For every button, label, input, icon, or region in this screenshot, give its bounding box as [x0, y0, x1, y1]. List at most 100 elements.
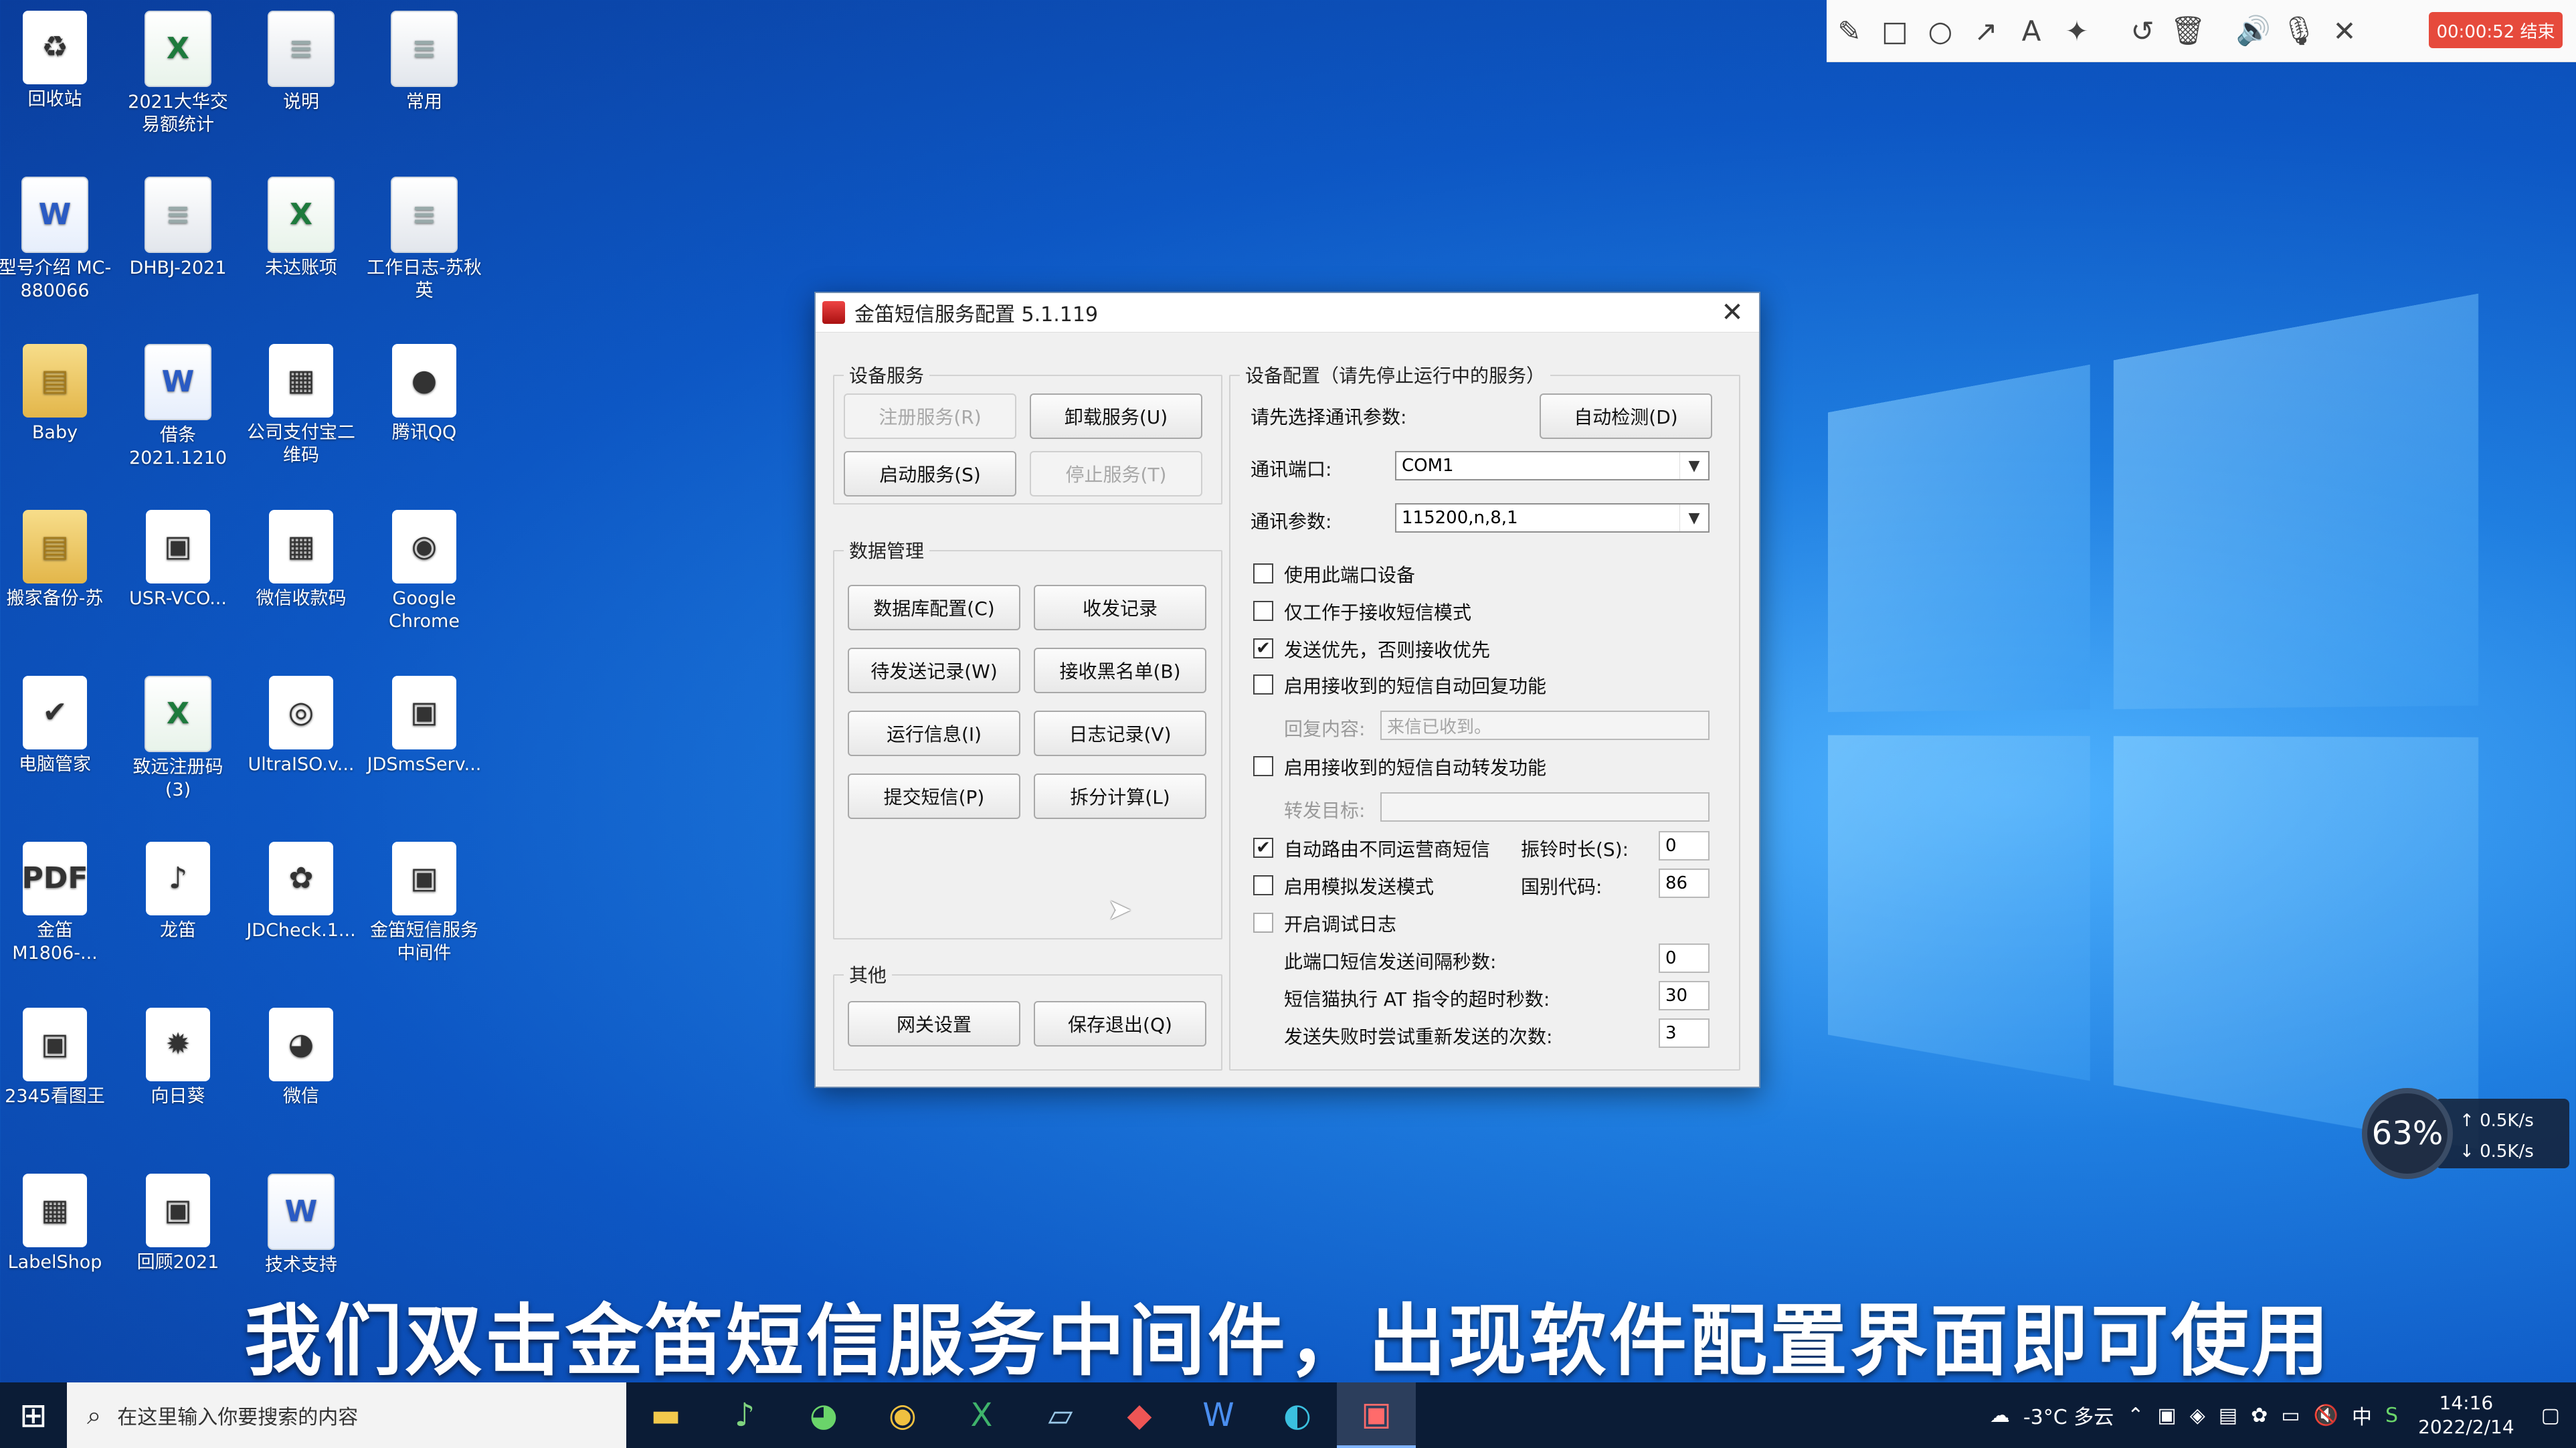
- desktop-icon[interactable]: ◉ Google Chrome: [365, 510, 483, 633]
- chevron-up-icon[interactable]: ⌃: [2127, 1404, 2144, 1427]
- db-config-button[interactable]: 数据库配置(C): [848, 585, 1020, 630]
- edge-icon[interactable]: ◐: [1258, 1382, 1337, 1448]
- desktop-icon[interactable]: W 借条 2021.1210: [119, 344, 237, 470]
- gateway-settings-button[interactable]: 网关设置: [848, 1001, 1020, 1047]
- log-records-button[interactable]: 日志记录(V): [1034, 711, 1206, 756]
- send-priority-checkbox[interactable]: ✔: [1253, 638, 1273, 658]
- desktop-icon[interactable]: ◕ 微信: [242, 1008, 360, 1108]
- desktop-icon[interactable]: ▣ 2345看图王: [0, 1008, 114, 1108]
- weather-text[interactable]: -3°C 多云: [2023, 1400, 2114, 1430]
- excel-icon[interactable]: X: [942, 1382, 1021, 1448]
- desktop-icon[interactable]: ≡ 常用: [365, 11, 483, 114]
- desktop-icon[interactable]: ▤ 搬家备份-苏: [0, 510, 114, 610]
- desktop-icon[interactable]: ▦ 微信收款码: [242, 510, 360, 610]
- blacklist-button[interactable]: 接收黑名单(B): [1034, 648, 1206, 693]
- notification-icon[interactable]: ▢: [2541, 1404, 2560, 1427]
- wechat-icon[interactable]: ◕: [784, 1382, 863, 1448]
- sms-service-taskbar-icon[interactable]: ▣: [1337, 1382, 1416, 1448]
- undo-icon[interactable]: ↺: [2120, 8, 2165, 54]
- desktop-icon[interactable]: ▦ 公司支付宝二维码: [242, 344, 360, 467]
- retry-field[interactable]: 3: [1659, 1018, 1710, 1048]
- weather-icon[interactable]: ☁: [1990, 1404, 2010, 1427]
- chevron-down-icon[interactable]: ▼: [1679, 505, 1708, 531]
- notepad-icon[interactable]: ▱: [1021, 1382, 1100, 1448]
- stop-service-button[interactable]: 停止服务(T): [1030, 451, 1202, 496]
- arrow-icon[interactable]: ↗: [1963, 8, 2009, 54]
- use-port-checkbox[interactable]: [1253, 563, 1273, 583]
- network-icon[interactable]: ▭: [2281, 1404, 2300, 1427]
- port-select[interactable]: COM1 ▼: [1395, 451, 1710, 480]
- desktop-icon[interactable]: ▣ 回顾2021: [119, 1174, 237, 1274]
- run-info-button[interactable]: 运行信息(I): [848, 711, 1020, 756]
- circle-icon[interactable]: ○: [1918, 8, 1963, 54]
- desktop-icon[interactable]: W 技术支持: [242, 1174, 360, 1277]
- tray-app-icon[interactable]: ▣: [2157, 1404, 2176, 1427]
- desktop-icon[interactable]: ▣ 金笛短信服务中间件: [365, 842, 483, 965]
- desktop-icon[interactable]: ▦ LabelShop: [0, 1174, 114, 1274]
- word-icon[interactable]: W: [1179, 1382, 1258, 1448]
- media-app-icon[interactable]: ◆: [1100, 1382, 1179, 1448]
- start-service-button[interactable]: 启动服务(S): [844, 451, 1016, 496]
- desktop-icon[interactable]: ✹ 向日葵: [119, 1008, 237, 1108]
- param-select[interactable]: 115200,n,8,1 ▼: [1395, 503, 1710, 533]
- record-stop-button[interactable]: 00:00:52 结束: [2429, 12, 2563, 48]
- text-icon[interactable]: A: [2009, 8, 2054, 54]
- auto-route-checkbox[interactable]: ✔: [1253, 838, 1273, 858]
- desktop-icon[interactable]: W 型号介绍 MC-880066: [0, 177, 114, 302]
- desktop-icon[interactable]: ≡ DHBJ-2021: [119, 177, 237, 280]
- chevron-down-icon[interactable]: ▼: [1679, 452, 1708, 479]
- ime-indicator[interactable]: 中: [2352, 1400, 2372, 1430]
- debug-log-checkbox[interactable]: [1253, 913, 1273, 933]
- network-monitor-widget[interactable]: ↑ 0.5K/s ↓ 0.5K/s 63%: [2362, 1088, 2576, 1179]
- pending-records-button[interactable]: 待发送记录(W): [848, 648, 1020, 693]
- register-service-button[interactable]: 注册服务(R): [844, 393, 1016, 439]
- uninstall-service-button[interactable]: 卸载服务(U): [1030, 393, 1202, 439]
- country-code-field[interactable]: 86: [1659, 869, 1710, 898]
- close-icon[interactable]: ✕: [2322, 8, 2367, 54]
- tray-app-icon[interactable]: ✿: [2251, 1404, 2268, 1427]
- desktop-icon[interactable]: X 致远注册码 (3): [119, 676, 237, 802]
- pencil-icon[interactable]: ✎: [1827, 8, 1872, 54]
- submit-sms-button[interactable]: 提交短信(P): [848, 774, 1020, 819]
- desktop-icon[interactable]: ▣ JDSmsServ...: [365, 676, 483, 776]
- reply-content-field[interactable]: 来信已收到。: [1380, 711, 1710, 740]
- search-box[interactable]: ⌕ 在这里输入你要搜索的内容: [67, 1382, 626, 1448]
- rect-icon[interactable]: □: [1872, 8, 1918, 54]
- clock[interactable]: 14:16 2022/2/14: [2418, 1391, 2514, 1439]
- sim-mode-checkbox[interactable]: [1253, 875, 1273, 895]
- chrome-icon[interactable]: ◉: [863, 1382, 942, 1448]
- desktop-icon[interactable]: ▣ USR-VCO...: [119, 510, 237, 610]
- shield-icon[interactable]: ◈: [2190, 1404, 2205, 1427]
- speaker-icon[interactable]: 🔊: [2231, 8, 2276, 54]
- tray-app-icon[interactable]: ▤: [2219, 1404, 2237, 1427]
- mic-muted-icon[interactable]: 🎙: [2276, 8, 2322, 54]
- split-calc-button[interactable]: 拆分计算(L): [1034, 774, 1206, 819]
- desktop-icon[interactable]: ♪ 龙笛: [119, 842, 237, 942]
- desktop-icon[interactable]: ✔ 电脑管家: [0, 676, 114, 776]
- desktop-icon[interactable]: X 2021大华交易额统计: [119, 11, 237, 137]
- volume-muted-icon[interactable]: 🔇: [2314, 1404, 2338, 1427]
- file-explorer-icon[interactable]: ▬: [626, 1382, 705, 1448]
- timeout-field[interactable]: 30: [1659, 981, 1710, 1010]
- desktop-icon[interactable]: X 未达账项: [242, 177, 360, 280]
- send-recv-log-button[interactable]: 收发记录: [1034, 585, 1206, 630]
- auto-reply-checkbox[interactable]: [1253, 674, 1273, 695]
- desktop-icon[interactable]: ♻ 回收站: [0, 11, 114, 111]
- ring-duration-field[interactable]: 0: [1659, 831, 1710, 861]
- desktop-icon[interactable]: ▤ Baby: [0, 344, 114, 444]
- desktop-icon[interactable]: ● 腾讯QQ: [365, 344, 483, 444]
- desktop-icon[interactable]: ≡ 工作日志-苏秋英: [365, 177, 483, 302]
- longdi-app-icon[interactable]: ♪: [705, 1382, 784, 1448]
- auto-detect-button[interactable]: 自动检测(D): [1540, 393, 1712, 439]
- windows-start-icon[interactable]: ⊞: [0, 1382, 67, 1448]
- trash-icon[interactable]: 🗑: [2165, 8, 2211, 54]
- desktop-icon[interactable]: PDF 金笛 M1806-...: [0, 842, 114, 965]
- close-icon[interactable]: ✕: [1706, 293, 1759, 332]
- forward-target-field[interactable]: [1380, 792, 1710, 822]
- save-exit-button[interactable]: 保存退出(Q): [1034, 1001, 1206, 1047]
- magic-icon[interactable]: ✦: [2054, 8, 2100, 54]
- recv-only-checkbox[interactable]: [1253, 601, 1273, 621]
- interval-field[interactable]: 0: [1659, 943, 1710, 973]
- desktop-icon[interactable]: ≡ 说明: [242, 11, 360, 114]
- desktop-icon[interactable]: ◎ UltraISO.v...: [242, 676, 360, 776]
